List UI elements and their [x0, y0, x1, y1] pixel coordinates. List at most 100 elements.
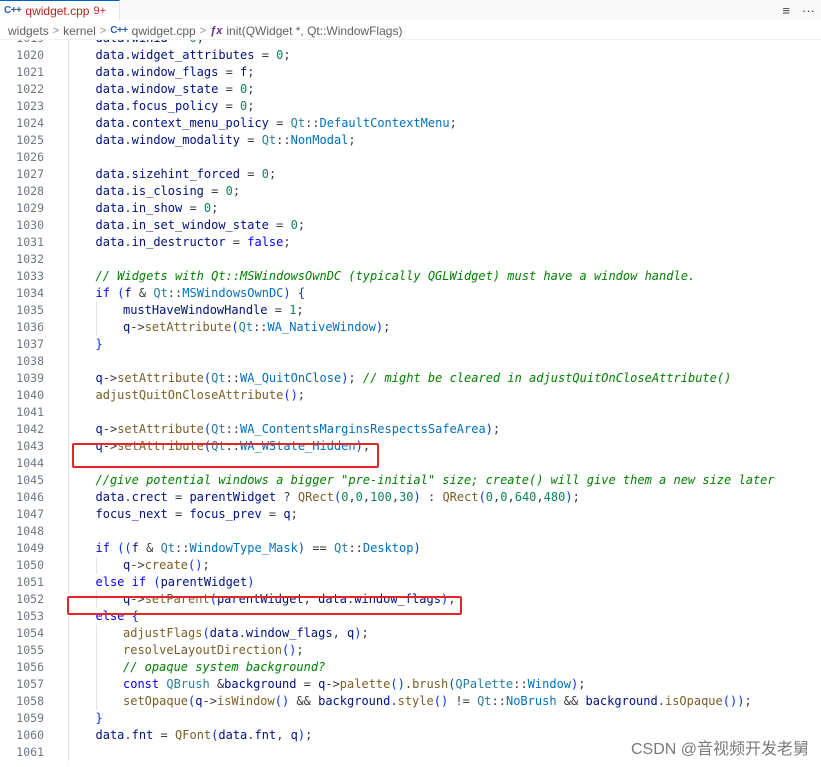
indent-guide: [95, 693, 97, 710]
indent-guide: [68, 404, 69, 421]
code-line[interactable]: 1039 q->setAttribute(Qt::WA_QuitOnClose);…: [0, 370, 821, 387]
line-number: 1038: [16, 354, 44, 368]
code-line[interactable]: 1040 adjustQuitOnCloseAttribute();: [0, 387, 821, 404]
code-token: (): [281, 643, 297, 657]
line-number: 1060: [16, 728, 44, 742]
code-line[interactable]: 1033 // Widgets with Qt::MSWindowsOwnDC (…: [0, 268, 821, 285]
breadcrumb-item-widgets[interactable]: widgets: [8, 24, 49, 38]
code-line[interactable]: 1022 data.window_state = 0;: [0, 81, 821, 98]
code-line[interactable]: 1023 data.focus_policy = 0;: [0, 98, 821, 115]
code-line[interactable]: 1037}: [0, 336, 821, 353]
code-line[interactable]: 1043 q->setAttribute(Qt::WA_WState_Hidden…: [0, 438, 821, 455]
code-line[interactable]: 1030 data.in_set_window_state = 0;: [0, 217, 821, 234]
code-token: Qt: [160, 541, 176, 555]
code-token: ): [485, 422, 493, 436]
code-editor[interactable]: 1019data.winid = 0;1020data.widget_attri…: [0, 40, 821, 767]
code-token: QRect: [442, 490, 479, 504]
code-token: ()): [722, 694, 745, 708]
code-line[interactable]: 1020 data.widget_attributes = 0;: [0, 47, 821, 64]
code-line[interactable]: 1057 const QBrush &background = q->palett…: [0, 676, 821, 693]
indent-guide: [68, 557, 69, 574]
code-token: ;: [247, 82, 255, 96]
code-line[interactable]: 1034 if (f & Qt::MSWindowsOwnDC) {: [0, 285, 821, 302]
code-token: const: [123, 677, 160, 691]
code-token: (: [478, 490, 486, 504]
code-line[interactable]: 1041: [0, 404, 821, 421]
code-line[interactable]: 1042 q->setAttribute(Qt::WA_ContentsMargi…: [0, 421, 821, 438]
code-line[interactable]: 1025 data.window_modality = Qt::NonModal;: [0, 132, 821, 149]
tab-qwidget-cpp[interactable]: C++ qwidget.cpp 9+: [0, 0, 120, 20]
code-text: const QBrush &background = q->palette().…: [123, 676, 586, 693]
code-token: data: [96, 40, 125, 45]
code-line[interactable]: 1054 adjustFlags(data.window_flags, q);: [0, 625, 821, 642]
code-token: if: [95, 541, 110, 555]
chevron-right-icon: >: [99, 24, 107, 37]
more-actions-icon[interactable]: ···: [802, 3, 815, 18]
code-token: ): [297, 541, 306, 555]
code-line[interactable]: 1031 data.in_destructor = false;: [0, 234, 821, 251]
code-token: ==: [305, 541, 334, 555]
code-line[interactable]: 1045 //give potential windows a bigger "p…: [0, 472, 821, 489]
code-line[interactable]: 1047 focus_next = focus_prev = q;: [0, 506, 821, 523]
line-number: 1045: [16, 473, 44, 487]
code-token: ::: [305, 116, 320, 130]
indent-guide: [68, 132, 69, 149]
code-token: ;: [744, 694, 752, 708]
code-line[interactable]: 1051 else if (parentWidget): [0, 574, 821, 591]
indent-guide: [68, 693, 69, 710]
code-token: ,: [391, 490, 400, 504]
code-line[interactable]: 1053 else {: [0, 608, 821, 625]
code-text: }: [96, 710, 103, 727]
code-line[interactable]: 1038: [0, 353, 821, 370]
code-line[interactable]: 1049 if ((f & Qt::WindowType_Mask) == Qt:…: [0, 540, 821, 557]
code-text: data.fnt = QFont(data.fnt, q);: [96, 727, 313, 744]
breadcrumb-item-function[interactable]: init(QWidget *, Qt::WindowFlags): [226, 24, 402, 38]
code-token: data: [95, 99, 125, 113]
code-line[interactable]: 1059}: [0, 710, 821, 727]
line-number: 1020: [16, 48, 44, 62]
code-line[interactable]: 1035 mustHaveWindowHandle = 1;: [0, 302, 821, 319]
code-token: ): [355, 439, 363, 453]
breadcrumb-item-kernel[interactable]: kernel: [63, 24, 96, 38]
code-line[interactable]: 1024 data.context_menu_policy = Qt::Defau…: [0, 115, 821, 132]
code-token: QBrush: [166, 677, 210, 691]
code-line[interactable]: 1056 // opaque system background?: [0, 659, 821, 676]
code-line[interactable]: 1036 q->setAttribute(Qt::WA_NativeWindow)…: [0, 319, 821, 336]
code-line[interactable]: 1052 q->setParent(parentWidget, data.wind…: [0, 591, 821, 608]
breadcrumb-item-file[interactable]: qwidget.cpp: [132, 24, 196, 38]
code-line[interactable]: 1058 setOpaque(q->isWindow() && backgroun…: [0, 693, 821, 710]
code-line[interactable]: 1026: [0, 149, 821, 166]
code-line[interactable]: 1021 data.window_flags = f;: [0, 64, 821, 81]
code-text: else {: [96, 608, 139, 625]
code-token: focus_policy: [131, 99, 219, 113]
line-number: 1056: [16, 660, 44, 674]
code-token: (: [231, 320, 239, 334]
indent-guide: [68, 183, 69, 200]
code-token: &: [131, 286, 154, 300]
code-line[interactable]: 1019 data.winid = 0;: [0, 40, 821, 47]
code-token: Qt: [477, 694, 492, 708]
line-number: 1040: [16, 388, 44, 402]
code-line[interactable]: 1048: [0, 523, 821, 540]
code-text: data.winid = 0;: [96, 40, 204, 47]
code-line[interactable]: 1028 data.is_closing = 0;: [0, 183, 821, 200]
code-line[interactable]: 1050 q->create();: [0, 557, 821, 574]
code-token: 0: [225, 184, 233, 198]
code-token: data: [95, 235, 125, 249]
code-token: data: [95, 167, 125, 181]
code-token: ;: [492, 422, 501, 436]
code-line[interactable]: 1032: [0, 251, 821, 268]
code-token: QRect: [297, 490, 334, 504]
line-number: 1025: [16, 133, 44, 147]
code-token: WA_QuitOnClose: [240, 371, 342, 385]
code-line[interactable]: 1027 data.sizehint_forced = 0;: [0, 166, 821, 183]
code-text: data.context_menu_policy = Qt::DefaultCo…: [96, 115, 457, 132]
code-line[interactable]: 1046 data.crect = parentWidget ? QRect(0,…: [0, 489, 821, 506]
code-token: data: [95, 133, 125, 147]
code-line[interactable]: 1044: [0, 455, 821, 472]
code-token: =: [203, 184, 226, 198]
split-editor-icon[interactable]: ≡: [782, 3, 790, 18]
code-token: =: [182, 201, 204, 215]
code-line[interactable]: 1055 resolveLayoutDirection();: [0, 642, 821, 659]
code-line[interactable]: 1029 data.in_show = 0;: [0, 200, 821, 217]
